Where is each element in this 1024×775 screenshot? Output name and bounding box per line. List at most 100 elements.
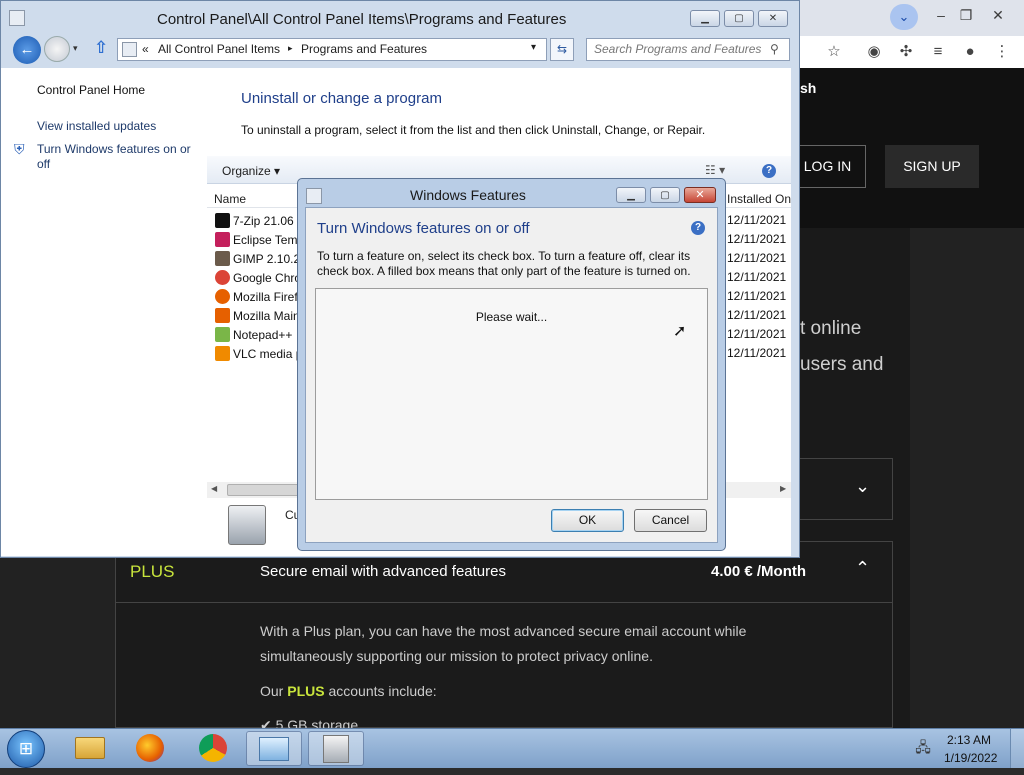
address-bar[interactable]: « All Control Panel Items ▸ Programs and… [117,38,547,61]
table-row[interactable]: Mozilla Main [215,308,300,327]
media-icon[interactable]: ≡ [926,40,950,64]
puzzle-icon[interactable]: ✣ [894,40,918,64]
network-icon[interactable]: 🖧 [912,737,934,755]
maximize-button[interactable]: ▢ [650,187,680,203]
programs-features-icon[interactable] [308,731,364,766]
installed-on-cell: 12/11/2021 [727,270,787,284]
breadcrumb-item[interactable]: Programs and Features [301,42,427,56]
chevron-up-icon[interactable]: ⌃ [855,558,870,579]
installed-on-cell: 12/11/2021 [727,232,787,246]
shield-icon: ⛨ [14,141,25,157]
eclipse-icon [215,232,230,247]
refresh-icon[interactable]: ⇆ [550,38,574,61]
login-button[interactable]: LOG IN [790,145,866,188]
includes-suffix: accounts include: [324,683,437,699]
organize-button[interactable]: Organize ▾ [222,164,280,178]
page-instructions: To uninstall a program, select it from t… [241,123,706,137]
chevron-down-icon[interactable]: ⌄ [890,4,918,30]
control-panel-icon[interactable] [246,731,302,766]
notepadpp-icon [215,327,230,342]
column-name[interactable]: Name [214,192,246,206]
view-installed-updates-link[interactable]: View installed updates [37,119,156,133]
program-name: Notepad++ [233,328,293,342]
scroll-thumb[interactable] [227,484,307,496]
menu-icon[interactable]: ⋮ [990,40,1014,64]
table-row[interactable]: GIMP 2.10.2 [215,251,300,270]
windows-features-link[interactable]: Turn Windows features on or [37,142,191,156]
program-name: Mozilla Firef [233,290,298,304]
breadcrumb-item[interactable]: All Control Panel Items [158,42,280,56]
windows-orb-icon[interactable]: ⊞ [7,730,45,768]
help-icon[interactable]: ? [762,164,776,178]
installed-on-cell: 12/11/2021 [727,251,787,265]
dialog-title: Windows Features [410,187,526,203]
close-button[interactable]: ✕ [684,187,716,203]
clock-time[interactable]: 2:13 AM [947,733,991,747]
windows-features-icon [306,188,322,204]
minimize-button[interactable]: ▁ [616,187,646,203]
loading-text: Please wait... [475,310,548,324]
program-name: Mozilla Main [233,309,300,323]
clock-date[interactable]: 1/19/2022 [944,751,997,765]
table-row[interactable]: Google Chro [215,270,301,289]
address-overflow[interactable]: « [142,42,149,56]
restore-icon[interactable]: ❐ [953,4,979,26]
page-heading: Uninstall or change a program [241,90,442,107]
recent-pages-dropdown[interactable]: ▾ [73,43,78,54]
explorer-icon[interactable] [62,731,118,766]
plan-price: 4.00 € /Month [711,563,807,580]
windows-features-link-wrap[interactable]: off [37,157,50,171]
dialog-description: To turn a feature on, select its check b… [317,249,691,278]
minimize-button[interactable]: ▁ [690,10,720,27]
vlc-icon [215,346,230,361]
scroll-right-icon[interactable]: ▶ [780,484,786,493]
plan-detail-panel [115,603,893,728]
scroll-left-icon[interactable]: ◀ [211,484,217,493]
firefox-icon[interactable] [122,731,178,766]
program-name: GIMP 2.10.2 [233,252,301,266]
minimize-icon[interactable]: – [928,4,954,26]
table-row[interactable]: 7-Zip 21.06 [215,213,294,232]
maximize-button[interactable]: ▢ [724,10,754,27]
program-name: 7-Zip 21.06 [233,214,294,228]
address-dropdown-icon[interactable]: ▾ [531,42,536,53]
chevron-down-icon[interactable]: ⌄ [855,476,870,497]
includes-highlight: PLUS [287,683,325,699]
table-row[interactable]: Notepad++ [215,327,292,346]
back-button[interactable]: ← [13,36,41,64]
table-row[interactable]: Mozilla Firef [215,289,298,308]
dialog-heading: Turn Windows features on or off [317,220,530,237]
close-button[interactable]: ✕ [758,10,788,27]
cancel-button[interactable]: Cancel [634,509,707,532]
chrome-icon[interactable] [185,731,241,766]
program-name: Eclipse Tem [233,233,298,247]
installed-on-cell: 12/11/2021 [727,308,787,322]
extension-icon[interactable]: ◉ [862,40,886,64]
views-icon[interactable]: ☷ ▾ [705,163,725,177]
ok-button[interactable]: OK [551,509,624,532]
column-installed-on[interactable]: Installed On [727,192,791,206]
program-name: VLC media p [233,347,303,361]
up-arrow-icon[interactable]: ⇧ [94,38,108,58]
site-brand-fragment[interactable]: sh [800,80,816,96]
forward-button[interactable] [44,36,70,62]
installed-on-cell: 12/11/2021 [727,289,787,303]
plan-description: Secure email with advanced features [260,563,506,580]
close-icon[interactable]: ✕ [985,4,1011,26]
control-panel-home-link[interactable]: Control Panel Home [37,83,145,97]
table-row[interactable]: VLC media p [215,346,302,365]
search-icon[interactable]: ⚲ [770,42,779,56]
star-icon[interactable]: ☆ [822,40,846,64]
profile-icon[interactable]: ● [958,40,982,64]
hero-text-line1: t online [800,318,862,339]
search-input[interactable]: Search Programs and Features [586,38,790,61]
breadcrumb-separator[interactable]: ▸ [288,43,293,54]
show-desktop-button[interactable] [1010,729,1024,768]
signup-button[interactable]: SIGN UP [885,145,979,188]
program-name: Google Chro [233,271,302,285]
table-row[interactable]: Eclipse Tem [215,232,297,251]
help-icon[interactable]: ? [691,221,705,235]
plan-includes-heading: Our PLUS accounts include: [260,683,437,699]
installed-on-cell: 12/11/2021 [727,213,787,227]
plan-name: PLUS [130,562,175,581]
